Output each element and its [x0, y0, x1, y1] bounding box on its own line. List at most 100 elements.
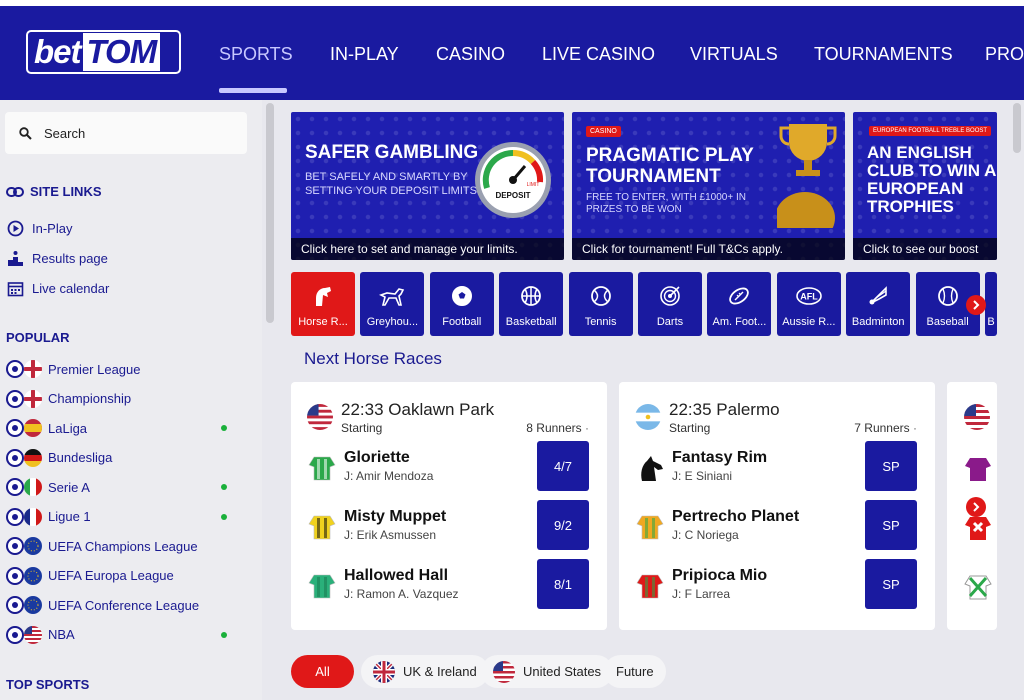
runner-name[interactable]: Pertrecho Planet — [672, 508, 799, 526]
odds-button[interactable]: 8/1 — [537, 559, 589, 609]
sport-tile[interactable]: Tennis — [568, 272, 633, 336]
sport-tile-label: B — [987, 316, 995, 328]
sport-tile[interactable]: Basketball — [499, 272, 564, 336]
play-circle-icon — [6, 219, 24, 237]
sidebar-popular-label: Ligue 1 — [48, 509, 91, 524]
sport-tile[interactable]: Darts — [638, 272, 702, 336]
sidebar-popular-item[interactable]: UEFA Champions League — [6, 537, 198, 555]
league-badge-icon — [6, 389, 42, 408]
jockey-silk-icon — [636, 512, 664, 540]
sidebar-popular-item[interactable]: LaLiga — [6, 419, 87, 437]
nav-promotions[interactable]: PRO — [985, 44, 1024, 65]
sidebar-popular-item[interactable]: Championship — [6, 389, 131, 408]
banner-treble-boost[interactable]: EUROPEAN FOOTBALL TREBLE BOOST AN ENGLIS… — [853, 112, 997, 260]
sport-tile[interactable]: B — [985, 272, 997, 336]
sport-tile[interactable]: Horse R... — [291, 272, 355, 336]
sidebar-scrollbar[interactable] — [266, 103, 274, 323]
runner-jockey: J: Amir Mendoza — [344, 469, 434, 483]
search-box[interactable]: Search — [5, 112, 247, 154]
football-icon — [451, 284, 473, 308]
banner-tag: CASINO — [586, 126, 621, 137]
race-card[interactable]: 22:35 Palermo Starting 7 Runners · Fanta… — [619, 382, 935, 630]
sidebar-link-label: Results page — [32, 250, 108, 266]
odds-button[interactable]: SP — [865, 500, 917, 550]
uk-flag-icon — [373, 660, 395, 683]
sidebar-link-calendar[interactable]: Live calendar — [6, 279, 109, 297]
banner-caption: Click here to set and manage your limits… — [291, 238, 564, 260]
sidebar-link-results[interactable]: Results page — [6, 249, 108, 267]
sport-tile-label: Greyhou... — [366, 316, 419, 328]
banner-safer-gambling[interactable]: SAFER GAMBLING Bet safely and smartly by… — [291, 112, 564, 260]
odds-button[interactable]: 4/7 — [537, 441, 589, 491]
sport-tile-label: Aussie R... — [782, 316, 836, 328]
runner-jockey: J: Erik Asmussen — [344, 528, 437, 542]
filter-future[interactable]: Future — [604, 655, 666, 688]
next-races-title: Next Horse Races — [304, 349, 442, 368]
live-indicator-dot — [221, 425, 227, 431]
sidebar-link-in-play[interactable]: In-Play — [6, 219, 72, 237]
trophy-icon — [777, 124, 837, 228]
runner-name[interactable]: Pripioca Mio — [672, 567, 767, 585]
sidebar-popular-item[interactable]: Serie A — [6, 478, 90, 496]
runner-name[interactable]: Gloriette — [344, 449, 410, 467]
banner-subtext: Bet safely and smartly by setting your d… — [305, 171, 477, 197]
sidebar-popular-item[interactable]: Premier League — [6, 360, 141, 378]
sport-tile-label: Darts — [656, 316, 684, 328]
sidebar-popular-item[interactable]: Bundesliga — [6, 448, 112, 467]
runner-name[interactable]: Fantasy Rim — [672, 449, 767, 467]
nav-in-play[interactable]: IN-PLAY — [330, 44, 399, 65]
league-badge-icon — [6, 537, 42, 555]
bettom-logo[interactable]: bet TOM — [26, 30, 181, 74]
nav-live-casino[interactable]: LIVE CASINO — [542, 44, 655, 65]
jockey-silk-icon — [636, 571, 664, 599]
chevron-right-icon — [973, 300, 980, 310]
sidebar-popular-label: UEFA Champions League — [48, 538, 198, 554]
sidebar-popular-item[interactable]: NBA — [6, 625, 75, 644]
nav-virtuals[interactable]: VIRTUALS — [690, 44, 778, 65]
gauge-limit-label: LIMIT — [527, 182, 540, 188]
odds-button[interactable]: SP — [865, 441, 917, 491]
sport-tile[interactable]: Am. Foot... — [707, 272, 772, 336]
races-next-arrow[interactable] — [966, 497, 986, 517]
live-indicator-dot — [221, 631, 227, 638]
sport-tile[interactable]: Greyhou... — [360, 272, 425, 336]
banner-pragmatic-play[interactable]: CASINO PRAGMATIC PLAY TOURNAMENT Free to… — [572, 112, 845, 260]
runner-name[interactable]: Hallowed Hall — [344, 567, 448, 585]
race-time: 22:35 — [669, 400, 712, 419]
usa-flag-icon — [964, 404, 990, 430]
sport-tile[interactable]: Badminton — [846, 272, 911, 336]
logo-text-bet: bet — [34, 33, 81, 70]
sidebar-popular-item[interactable]: UEFA Conference League — [6, 596, 199, 614]
sidebar-popular-item[interactable]: UEFA Europa League — [6, 566, 174, 585]
filter-uk-ireland[interactable]: UK & Ireland — [361, 655, 489, 688]
race-title: 22:35 Palermo — [669, 400, 780, 420]
sidebar-popular-item[interactable]: Ligue 1 — [6, 507, 91, 526]
shuttlecock-icon — [867, 284, 889, 308]
odds-button[interactable]: 9/2 — [537, 500, 589, 550]
sport-tile-label: Baseball — [926, 316, 969, 328]
runner-name[interactable]: Misty Muppet — [344, 508, 446, 526]
sports-next-arrow[interactable] — [966, 295, 986, 315]
main-scrollbar[interactable] — [1013, 103, 1021, 153]
nav-sports[interactable]: SPORTS — [219, 44, 293, 65]
sidebar-popular-label: NBA — [48, 627, 75, 642]
odds-value: 4/7 — [553, 458, 573, 474]
race-card[interactable]: 22:33 Oaklawn Park Starting 8 Runners · … — [291, 382, 607, 630]
jockey-silk-icon — [308, 453, 336, 481]
filter-label: Future — [616, 664, 654, 679]
sidebar: Search SITE LINKS In-Play Results page L… — [0, 100, 262, 700]
filter-united-states[interactable]: United States — [481, 655, 614, 688]
sidebar-link-label: Live calendar — [32, 280, 110, 296]
sport-tile[interactable]: Football — [429, 272, 494, 336]
race-time: 22:33 — [341, 400, 384, 419]
sport-tile[interactable]: AFL Aussie R... — [776, 272, 841, 336]
odds-button[interactable]: SP — [865, 559, 917, 609]
nav-tournaments[interactable]: TOURNAMENTS — [814, 44, 953, 65]
sport-tile-label: Basketball — [505, 316, 557, 328]
filter-all[interactable]: All — [291, 655, 354, 688]
runner-jockey: J: E Siniani — [672, 469, 733, 483]
league-badge-icon — [6, 566, 42, 585]
sidebar-link-label: In-Play — [32, 220, 73, 236]
nav-casino[interactable]: CASINO — [436, 44, 505, 65]
afl-icon-label: AFL — [800, 292, 818, 302]
